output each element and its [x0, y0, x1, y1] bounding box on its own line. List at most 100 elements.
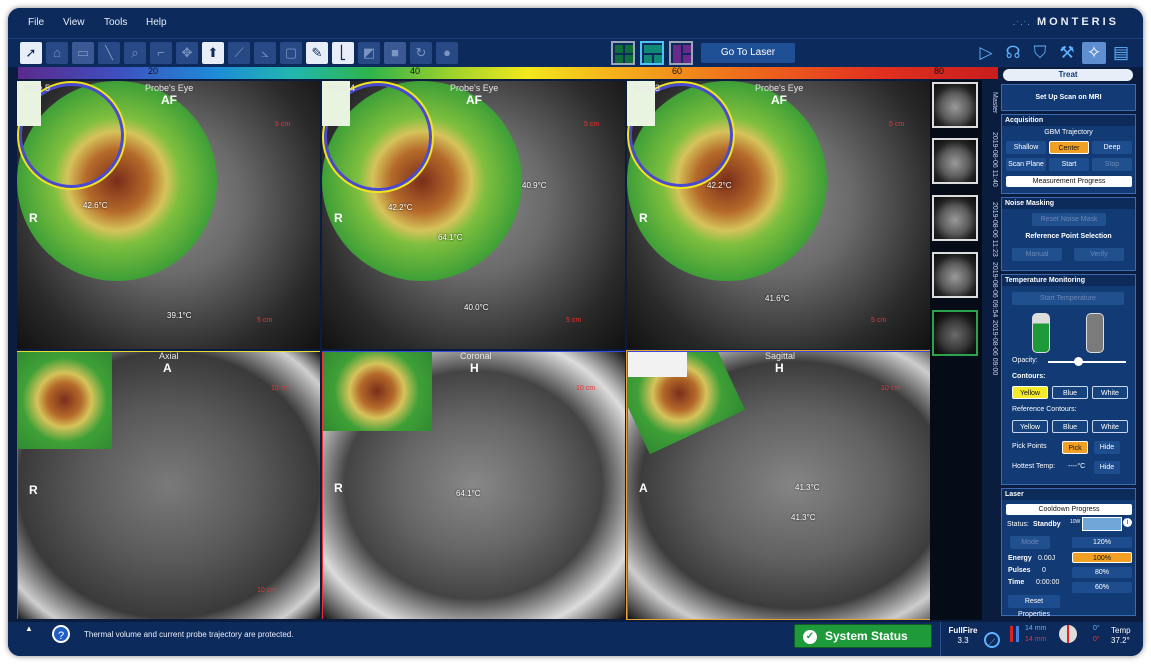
probe-eye-pane-slice4[interactable]: Slice 4 Probe's Eye AF R 42.2°C 40.9°C 6…: [321, 80, 626, 350]
probe-eye-pane-slice5[interactable]: Slice 5 Probe's Eye AF R 42.6°C 39.1°C 5…: [16, 80, 321, 350]
scan-plane-button[interactable]: Scan Plane: [1006, 158, 1046, 171]
setup-scan-button[interactable]: Set Up Scan on MRI: [1002, 94, 1135, 101]
temp-label: Temp: [1111, 626, 1131, 635]
bracket-icon[interactable]: ⎣: [332, 42, 354, 64]
arrow-up-tool-icon[interactable]: ⬆: [202, 42, 224, 64]
line-tool-icon[interactable]: ╲: [98, 42, 120, 64]
help-icon[interactable]: ?: [52, 625, 70, 643]
layout-grid-purple-icon[interactable]: [669, 41, 693, 65]
orient-left-label: R: [29, 211, 38, 225]
pan-icon[interactable]: ✥: [176, 42, 198, 64]
ref-contours-label: Reference Contours:: [1012, 406, 1077, 413]
thumbnail[interactable]: [932, 138, 978, 184]
contour-white-button[interactable]: White: [1092, 386, 1128, 399]
trajectory-icon[interactable]: ⛉: [1028, 42, 1052, 64]
layout-grid-green-icon[interactable]: [611, 41, 635, 65]
thumbnail[interactable]: [932, 252, 978, 298]
temp-readout: 40.9°C: [522, 181, 547, 190]
temp-gauge-gray: [1086, 313, 1104, 353]
temperature-monitoring-section: Temperature Monitoring Start Temperature…: [1001, 274, 1136, 485]
orient-label: A: [163, 361, 172, 375]
stop-button[interactable]: Stop: [1092, 158, 1132, 171]
angle-icon[interactable]: ⦣: [254, 42, 276, 64]
menu-view[interactable]: View: [63, 17, 85, 28]
probe-insert-icon[interactable]: ⚒: [1055, 42, 1079, 64]
temp-readout: 39.1°C: [167, 311, 192, 320]
hottest-temp-label: Hottest Temp:: [1012, 463, 1056, 470]
reset-noise-mask-button[interactable]: Reset Noise Mask: [1032, 213, 1106, 226]
go-to-laser-button[interactable]: Go To Laser Location: [701, 43, 795, 78]
temp-readout: 42.2°C: [388, 203, 413, 212]
probe-angle-icon[interactable]: ⟋: [984, 632, 1000, 648]
reset-properties-button[interactable]: Reset Properties: [1008, 595, 1060, 618]
gun-tool-icon[interactable]: ⌐: [150, 42, 172, 64]
power-waveform-icon: [1082, 517, 1122, 531]
deep-button[interactable]: Deep: [1092, 141, 1132, 154]
treat-icon[interactable]: ✧: [1082, 42, 1106, 64]
center-button[interactable]: Center: [1049, 141, 1089, 154]
pick-button[interactable]: Pick: [1062, 441, 1088, 454]
treat-tab[interactable]: Treat: [1003, 69, 1133, 81]
hide-hottest-button[interactable]: Hide: [1094, 461, 1120, 474]
opacity-slider-thumb[interactable]: [1074, 357, 1083, 366]
thumbnail[interactable]: [932, 195, 978, 241]
opacity-label: Opacity:: [1012, 357, 1038, 364]
dot-icon[interactable]: ●: [436, 42, 458, 64]
laser-section: Laser Cooldown Progress Status: Standby …: [1001, 488, 1136, 618]
thumb-date: 2019-08-06 09:00: [991, 320, 998, 376]
pencil-icon[interactable]: ✎: [306, 42, 328, 64]
ruler-icon[interactable]: ⟋: [228, 42, 250, 64]
rect-icon[interactable]: ▢: [280, 42, 302, 64]
rotation-dial-icon[interactable]: [1059, 625, 1077, 643]
coronal-pane[interactable]: Coronal H R 64.1°C 10 cm: [321, 350, 626, 620]
play-icon[interactable]: ▷: [974, 42, 998, 64]
axial-pane[interactable]: Axial A R 10 cm 10 cm: [16, 350, 321, 620]
power-60-button[interactable]: 60%: [1072, 582, 1132, 593]
ref-yellow-button[interactable]: Yellow: [1012, 420, 1048, 433]
thumbnail-selected[interactable]: [932, 310, 978, 356]
menu-file[interactable]: File: [28, 17, 44, 28]
orient-left-label: R: [639, 211, 648, 225]
mode-button[interactable]: Mode: [1010, 536, 1050, 549]
system-status-button[interactable]: ✓ System Status: [794, 624, 932, 648]
power-100-button[interactable]: 100%: [1072, 552, 1132, 563]
time-label: Time: [1008, 579, 1025, 586]
fill-icon[interactable]: ■: [384, 42, 406, 64]
window-level-icon[interactable]: ▭: [72, 42, 94, 64]
orient-left-label: A: [639, 481, 648, 495]
power-120-button[interactable]: 120%: [1072, 537, 1132, 548]
collapse-arrow-icon[interactable]: ▲: [25, 624, 33, 633]
sagittal-pane[interactable]: Sagittal H A 41.3°C 41.3°C 10 cm: [626, 350, 931, 620]
version-label: 3.3: [957, 636, 969, 645]
report-icon[interactable]: ▤: [1109, 42, 1133, 64]
probe-eye-pane-slice3[interactable]: Slice 3 Probe's Eye AF R 42.2°C 41.6°C 5…: [626, 80, 931, 350]
power-80-button[interactable]: 80%: [1072, 567, 1132, 578]
pointer-tool-icon[interactable]: ➚: [20, 42, 42, 64]
opacity-slider[interactable]: [1048, 361, 1126, 363]
start-button[interactable]: Start: [1049, 158, 1089, 171]
scale-label: 80: [934, 66, 945, 76]
info-icon[interactable]: i: [1123, 518, 1132, 527]
verify-button[interactable]: Verify: [1074, 248, 1124, 261]
status-value: Standby: [1033, 521, 1061, 528]
ref-white-button[interactable]: White: [1092, 420, 1128, 433]
start-temperature-button[interactable]: Start Temperature: [1012, 292, 1124, 305]
layout-grid-teal-icon[interactable]: [640, 41, 664, 65]
probe-tool-icon[interactable]: ⌂: [46, 42, 68, 64]
manual-button[interactable]: Manual: [1012, 248, 1062, 261]
contour-yellow-button[interactable]: Yellow: [1012, 386, 1048, 399]
contour-blue-button[interactable]: Blue: [1052, 386, 1088, 399]
menu-tools[interactable]: Tools: [104, 17, 127, 28]
brand-logo-icon: ·˙·˙·: [1012, 20, 1031, 29]
menu-help[interactable]: Help: [146, 17, 167, 28]
rotate-icon[interactable]: ↻: [410, 42, 432, 64]
contrast-icon[interactable]: ◩: [358, 42, 380, 64]
shallow-button[interactable]: Shallow: [1006, 141, 1046, 154]
head-scan-icon[interactable]: ☊: [1001, 42, 1025, 64]
zoom-icon[interactable]: ⌕: [124, 42, 146, 64]
ref-blue-button[interactable]: Blue: [1052, 420, 1088, 433]
scale-marker: 5 cm: [584, 121, 600, 128]
view-label: Probe's Eye: [450, 83, 499, 93]
hide-pick-button[interactable]: Hide: [1094, 441, 1120, 454]
thumbnail[interactable]: [932, 82, 978, 128]
